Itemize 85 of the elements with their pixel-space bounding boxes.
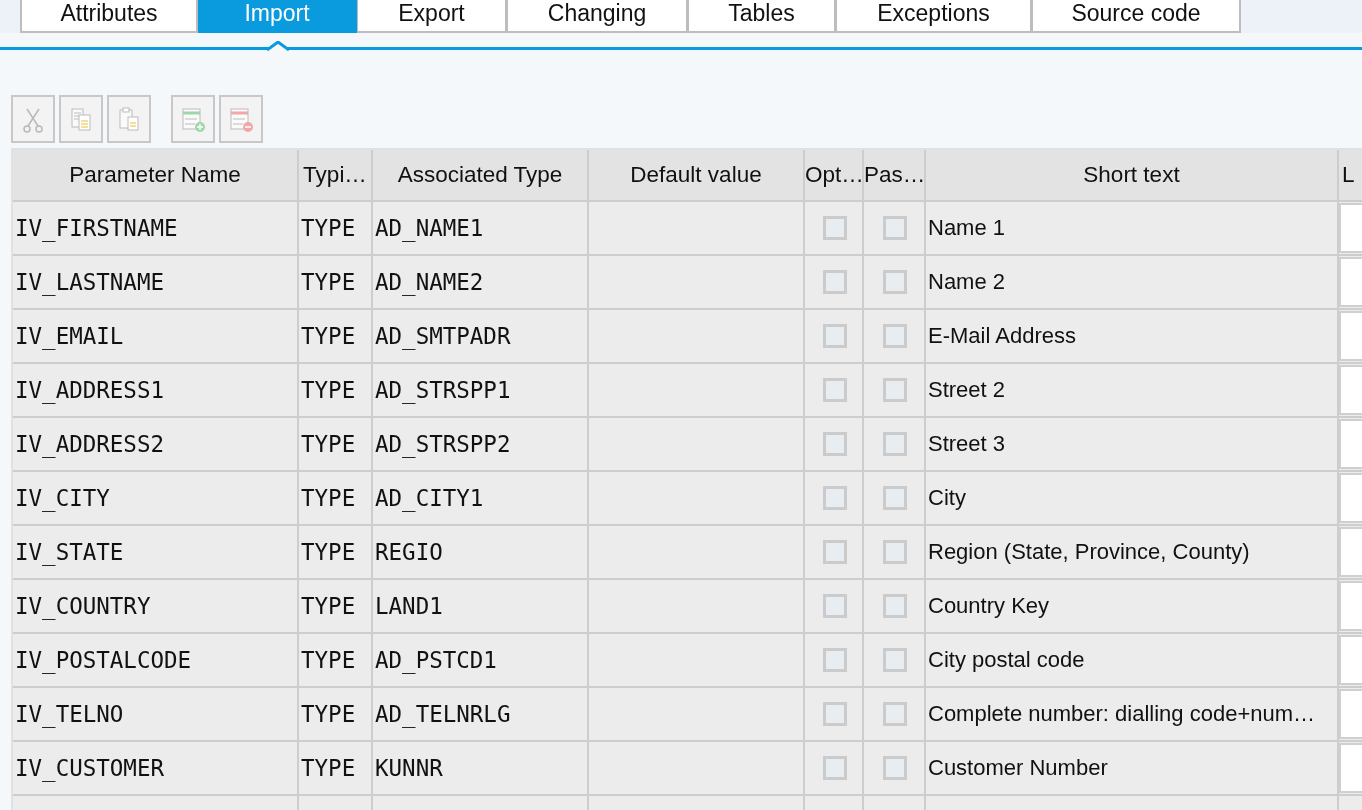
- table-cell: TYPE: [298, 201, 372, 255]
- table-cell: City postal code: [925, 633, 1338, 687]
- checkbox[interactable]: [883, 378, 907, 402]
- insert-row-button[interactable]: [171, 95, 215, 143]
- table-cell: AD_SMTPADR: [372, 309, 588, 363]
- table-cell: TYPE: [298, 525, 372, 579]
- table-cell: Customer Number: [925, 741, 1338, 795]
- checkbox[interactable]: [883, 486, 907, 510]
- table-cell: IV_FIRSTNAME: [13, 201, 298, 255]
- table-cell: AD_NAME1: [372, 201, 588, 255]
- tab[interactable]: Export: [357, 0, 507, 33]
- table-cell: TYPE: [298, 255, 372, 309]
- checkbox[interactable]: [822, 702, 847, 726]
- table-cell: Complete number: dialling code+num…: [925, 687, 1338, 741]
- checkbox[interactable]: [883, 594, 907, 618]
- table-cell: TYPE: [298, 741, 372, 795]
- tab[interactable]: Tables: [688, 0, 836, 33]
- checkbox[interactable]: [883, 756, 907, 780]
- table-cell: TYPE: [298, 309, 372, 363]
- checkbox[interactable]: [883, 540, 907, 564]
- table-cell: AD_TELNRLG: [372, 687, 588, 741]
- checkbox[interactable]: [822, 486, 847, 510]
- table-cell: TYPE: [298, 633, 372, 687]
- checkbox[interactable]: [883, 216, 907, 240]
- table-cell: City: [925, 471, 1338, 525]
- checkbox[interactable]: [883, 702, 907, 726]
- table-cell: IV_CITY: [13, 471, 298, 525]
- table-cell: TYPE: [298, 687, 372, 741]
- table-cell: Country Key: [925, 579, 1338, 633]
- table-cell: Street 3: [925, 417, 1338, 471]
- checkbox[interactable]: [822, 432, 847, 456]
- table-cell: Street 2: [925, 363, 1338, 417]
- checkbox[interactable]: [883, 432, 907, 456]
- checkbox[interactable]: [822, 540, 847, 564]
- checkbox[interactable]: [822, 216, 847, 240]
- table-cell: AD_PSTCD1: [372, 633, 588, 687]
- tab[interactable]: Changing: [507, 0, 688, 33]
- table-cell: KUNNR: [372, 741, 588, 795]
- checkbox[interactable]: [822, 378, 847, 402]
- table-cell: TYPE: [298, 579, 372, 633]
- table-cell: IV_ADDRESS1: [13, 363, 298, 417]
- column-header[interactable]: Parameter Name: [13, 150, 298, 201]
- column-header[interactable]: Pas…: [863, 150, 925, 201]
- table-cell: IV_EMAIL: [13, 309, 298, 363]
- table-cell: TYPE: [298, 363, 372, 417]
- table-cell: TYPE: [298, 417, 372, 471]
- paste-button[interactable]: [107, 95, 151, 143]
- table-cell: E-Mail Address: [925, 309, 1338, 363]
- table-cell: IV_COUNTRY: [13, 579, 298, 633]
- checkbox[interactable]: [883, 270, 907, 294]
- checkbox[interactable]: [883, 324, 907, 348]
- table-cell: AD_STRSPP2: [372, 417, 588, 471]
- table-cell: AD_NAME2: [372, 255, 588, 309]
- table-cell: AD_STRSPP1: [372, 363, 588, 417]
- table-cell: IV_ADDRESS2: [13, 417, 298, 471]
- copy-button[interactable]: [59, 95, 103, 143]
- table-cell: IV_LASTNAME: [13, 255, 298, 309]
- checkbox[interactable]: [822, 270, 847, 294]
- column-header[interactable]: L: [1338, 150, 1362, 201]
- tab[interactable]: Attributes: [20, 0, 198, 33]
- column-header[interactable]: Associated Type: [372, 150, 588, 201]
- table-cell: Name 1: [925, 201, 1338, 255]
- table-cell: LAND1: [372, 579, 588, 633]
- tab[interactable]: Source code: [1032, 0, 1241, 33]
- table-cell: Region (State, Province, County): [925, 525, 1338, 579]
- column-header[interactable]: Typi…: [298, 150, 372, 201]
- table-cell: TYPE: [298, 471, 372, 525]
- checkbox[interactable]: [822, 756, 847, 780]
- table-cell: IV_STATE: [13, 525, 298, 579]
- checkbox[interactable]: [822, 324, 847, 348]
- table-cell: Name 2: [925, 255, 1338, 309]
- table-cell: IV_TELNO: [13, 687, 298, 741]
- table-cell: IV_CUSTOMER: [13, 741, 298, 795]
- column-header[interactable]: Default value: [588, 150, 804, 201]
- column-header[interactable]: Opt…: [804, 150, 863, 201]
- table-cell: IV_POSTALCODE: [13, 633, 298, 687]
- tab[interactable]: Exceptions: [836, 0, 1032, 33]
- checkbox[interactable]: [822, 594, 847, 618]
- checkbox[interactable]: [883, 648, 907, 672]
- scissors-button[interactable]: [11, 95, 55, 143]
- table-cell: REGIO: [372, 525, 588, 579]
- column-header[interactable]: Short text: [925, 150, 1338, 201]
- checkbox[interactable]: [822, 648, 847, 672]
- table-cell: AD_CITY1: [372, 471, 588, 525]
- delete-row-button[interactable]: [219, 95, 263, 143]
